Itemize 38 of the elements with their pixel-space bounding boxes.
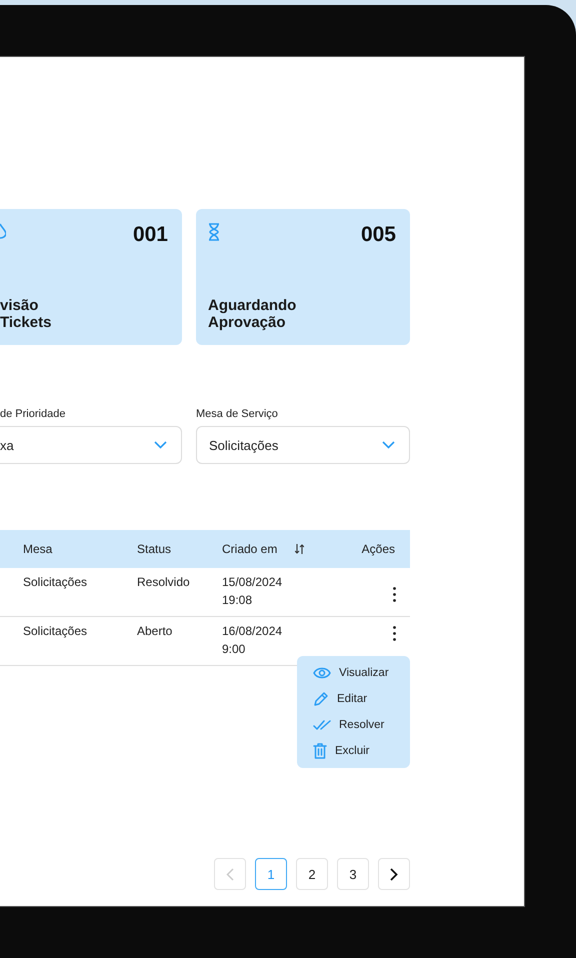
dropdown-field[interactable]: Solicitações [196,426,410,464]
stat-title: visão Tickets [0,297,52,331]
pencil-icon [313,690,329,706]
eye-icon [313,666,331,678]
filter-label: Mesa de Serviço [196,408,279,420]
page-button[interactable]: 2 [296,858,328,890]
menu-item[interactable]: Excluir [313,741,410,760]
menu-item[interactable]: Editar [313,689,410,708]
menu-item[interactable]: Resolver [313,715,410,734]
double-check-icon [313,720,331,730]
dropdown-field[interactable]: xa [0,426,182,464]
stat-title: Aguardando Aprovação [208,297,298,331]
table-cell-text: Aberto [137,624,174,638]
table-cell-text: 15/08/2024 19:08 [222,574,284,609]
column-header: Mesa [23,542,52,556]
column-header: Criado em [222,542,278,556]
column-header: Ações [362,542,395,556]
chevron-left-icon [226,868,234,880]
page-button[interactable]: 3 [337,858,369,890]
table-cell-text: 16/08/2024 9:00 [222,623,284,658]
hourglass-icon [208,223,220,241]
sort-icon[interactable] [295,544,304,554]
table-cell-text: Solicitações [23,575,88,589]
chevron-down-icon [154,441,167,449]
filter-label: de Prioridade [0,408,66,420]
table-cell-text: Resolvido [137,575,191,589]
drop-icon [0,223,6,239]
kebab-icon [393,587,396,602]
kebab-icon [393,626,396,641]
stat-count: 001 [132,223,168,247]
chevron-down-icon [382,441,395,449]
stat-count: 005 [360,223,396,247]
trash-icon [313,742,327,758]
table-cell-text: Solicitações [23,624,88,638]
menu-item[interactable]: Visualizar [313,663,410,682]
next-page-button[interactable] [378,858,410,890]
column-header: Status [137,542,172,556]
chevron-right-icon [390,868,398,880]
